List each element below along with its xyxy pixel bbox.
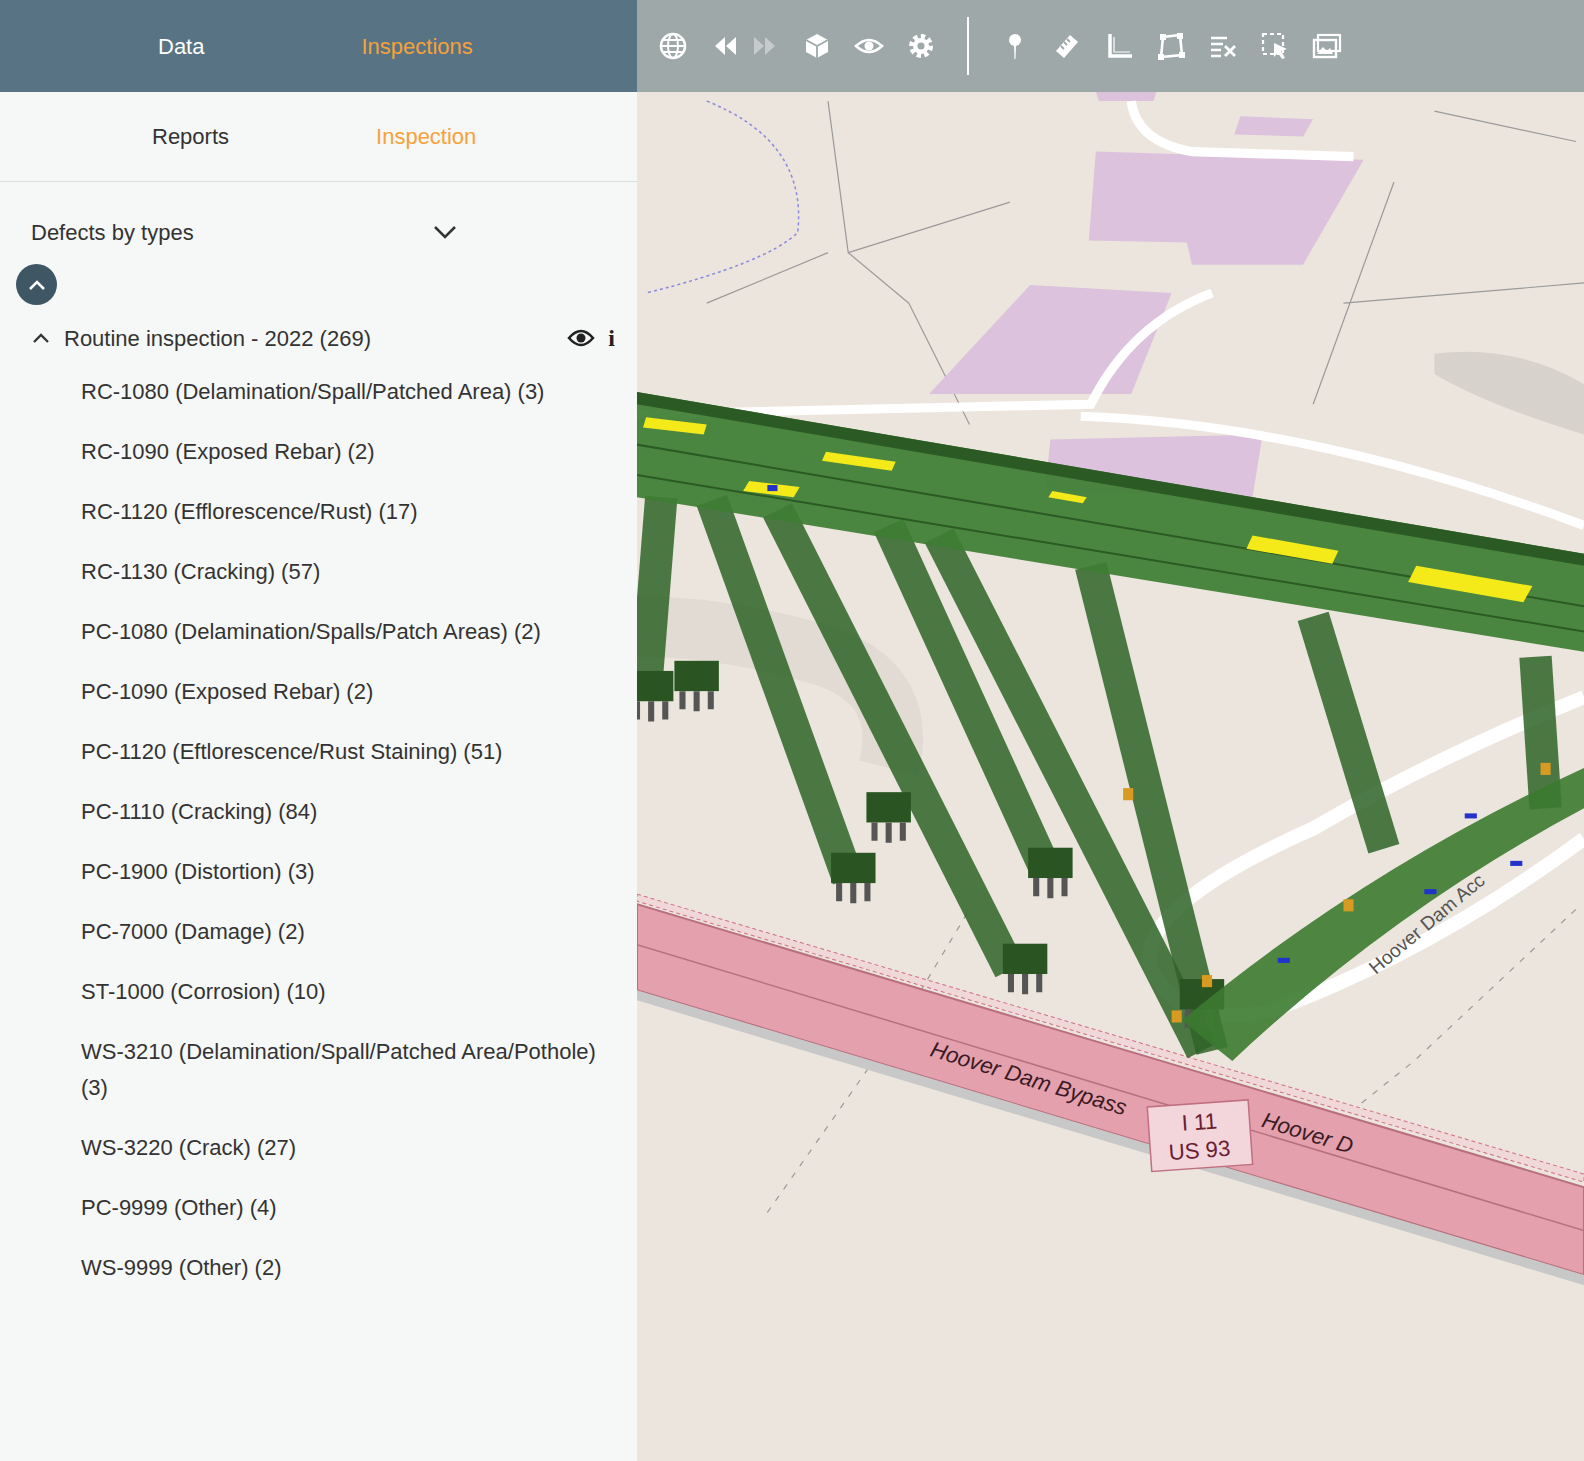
dropdown-label: Defects by types bbox=[31, 216, 194, 249]
defect-type-item[interactable]: RC-1090 (Exposed Rebar) (2) bbox=[0, 422, 637, 482]
inspection-panel: Data Inspections Reports Inspection Defects … bbox=[0, 0, 637, 1461]
main-tab[interactable]: Data bbox=[120, 22, 242, 71]
map-label: Hoover D bbox=[1259, 1107, 1356, 1158]
defect-type-item[interactable]: PC-1120 (Eftlorescence/Rust Staining) (5… bbox=[0, 722, 637, 782]
map-label: I 11 bbox=[1181, 1108, 1218, 1135]
chevron-down-icon bbox=[432, 219, 458, 245]
defect-type-item[interactable]: PC-1900 (Distortion) (3) bbox=[0, 842, 637, 902]
collapse-all-button[interactable] bbox=[16, 264, 57, 305]
defect-type-item[interactable]: PC-1090 (Exposed Rebar) (2) bbox=[0, 662, 637, 722]
defect-type-item[interactable]: RC-1080 (Delamination/Spall/Patched Area… bbox=[0, 362, 637, 422]
sub-tab[interactable]: Inspection bbox=[346, 112, 506, 161]
viewer: Hoover Dam Bypass Hoover D I 11US 93 Hoover… bbox=[637, 0, 1584, 1461]
select-icon[interactable] bbox=[1249, 20, 1301, 72]
defect-type-item[interactable]: PC-9999 (Other) (4) bbox=[0, 1178, 637, 1238]
defects-dropdown[interactable]: Defects by types bbox=[0, 202, 462, 262]
defect-type-item[interactable]: WS-3220 (Crack) (27) bbox=[0, 1118, 637, 1178]
inspection-group[interactable]: Routine inspection - 2022 (269) i bbox=[0, 316, 637, 360]
map-label: Hoover Dam Bypass bbox=[928, 1037, 1130, 1120]
cube-icon[interactable] bbox=[791, 20, 843, 72]
chevron-up-icon bbox=[28, 279, 46, 291]
defect-type-item[interactable]: PC-1080 (Delamination/Spalls/Patch Areas… bbox=[0, 602, 637, 662]
panel-body: Defects by types Routine inspection - 202… bbox=[0, 182, 637, 1298]
defect-type-item[interactable]: PC-7000 (Damage) (2) bbox=[0, 902, 637, 962]
clear-icon[interactable] bbox=[1197, 20, 1249, 72]
sub-tabs: Reports Inspection bbox=[0, 92, 637, 182]
toolbar-divider bbox=[967, 17, 969, 75]
defect-type-item[interactable]: PC-1110 (Cracking) (84) bbox=[0, 782, 637, 842]
main-tab[interactable]: Inspections bbox=[323, 22, 510, 71]
ruler-icon[interactable] bbox=[1041, 20, 1093, 72]
back-icon[interactable] bbox=[705, 20, 745, 72]
caret-icon[interactable] bbox=[30, 327, 52, 349]
defect-type-item[interactable]: RC-1120 (Efflorescence/Rust) (17) bbox=[0, 482, 637, 542]
defect-type-item[interactable]: WS-9999 (Other) (2) bbox=[0, 1238, 637, 1298]
info-button[interactable]: i bbox=[608, 320, 615, 356]
bridge-model[interactable]: Hoover Dam Bypass Hoover D I 11US 93 Hoover… bbox=[637, 92, 1584, 1461]
map-label: US 93 bbox=[1168, 1136, 1231, 1165]
eye-icon[interactable] bbox=[843, 20, 895, 72]
main-tabs: Data Inspections bbox=[0, 0, 637, 92]
3d-map-view[interactable]: Hoover Dam Bypass Hoover D I 11US 93 Hoover… bbox=[637, 92, 1584, 1461]
forward-icon bbox=[745, 20, 785, 72]
pin-icon[interactable] bbox=[989, 20, 1041, 72]
defect-type-item[interactable]: ST-1000 (Corrosion) (10) bbox=[0, 962, 637, 1022]
area-icon[interactable] bbox=[1145, 20, 1197, 72]
screenshot-icon[interactable] bbox=[1301, 20, 1353, 72]
toolbar bbox=[637, 0, 1584, 92]
gear-icon[interactable] bbox=[895, 20, 947, 72]
defect-type-item[interactable]: RC-1130 (Cracking) (57) bbox=[0, 542, 637, 602]
sub-tab[interactable]: Reports bbox=[122, 112, 259, 161]
map-label: Hoover Dam Acc bbox=[1365, 869, 1489, 978]
angle-icon[interactable] bbox=[1093, 20, 1145, 72]
defect-type-item[interactable]: WS-3210 (Delamination/Spall/Patched Area… bbox=[0, 1022, 637, 1118]
group-label: Routine inspection - 2022 (269) bbox=[64, 322, 566, 355]
defect-list: RC-1080 (Delamination/Spall/Patched Area… bbox=[0, 362, 637, 1298]
globe-icon[interactable] bbox=[647, 20, 699, 72]
eye-icon[interactable] bbox=[566, 326, 596, 350]
